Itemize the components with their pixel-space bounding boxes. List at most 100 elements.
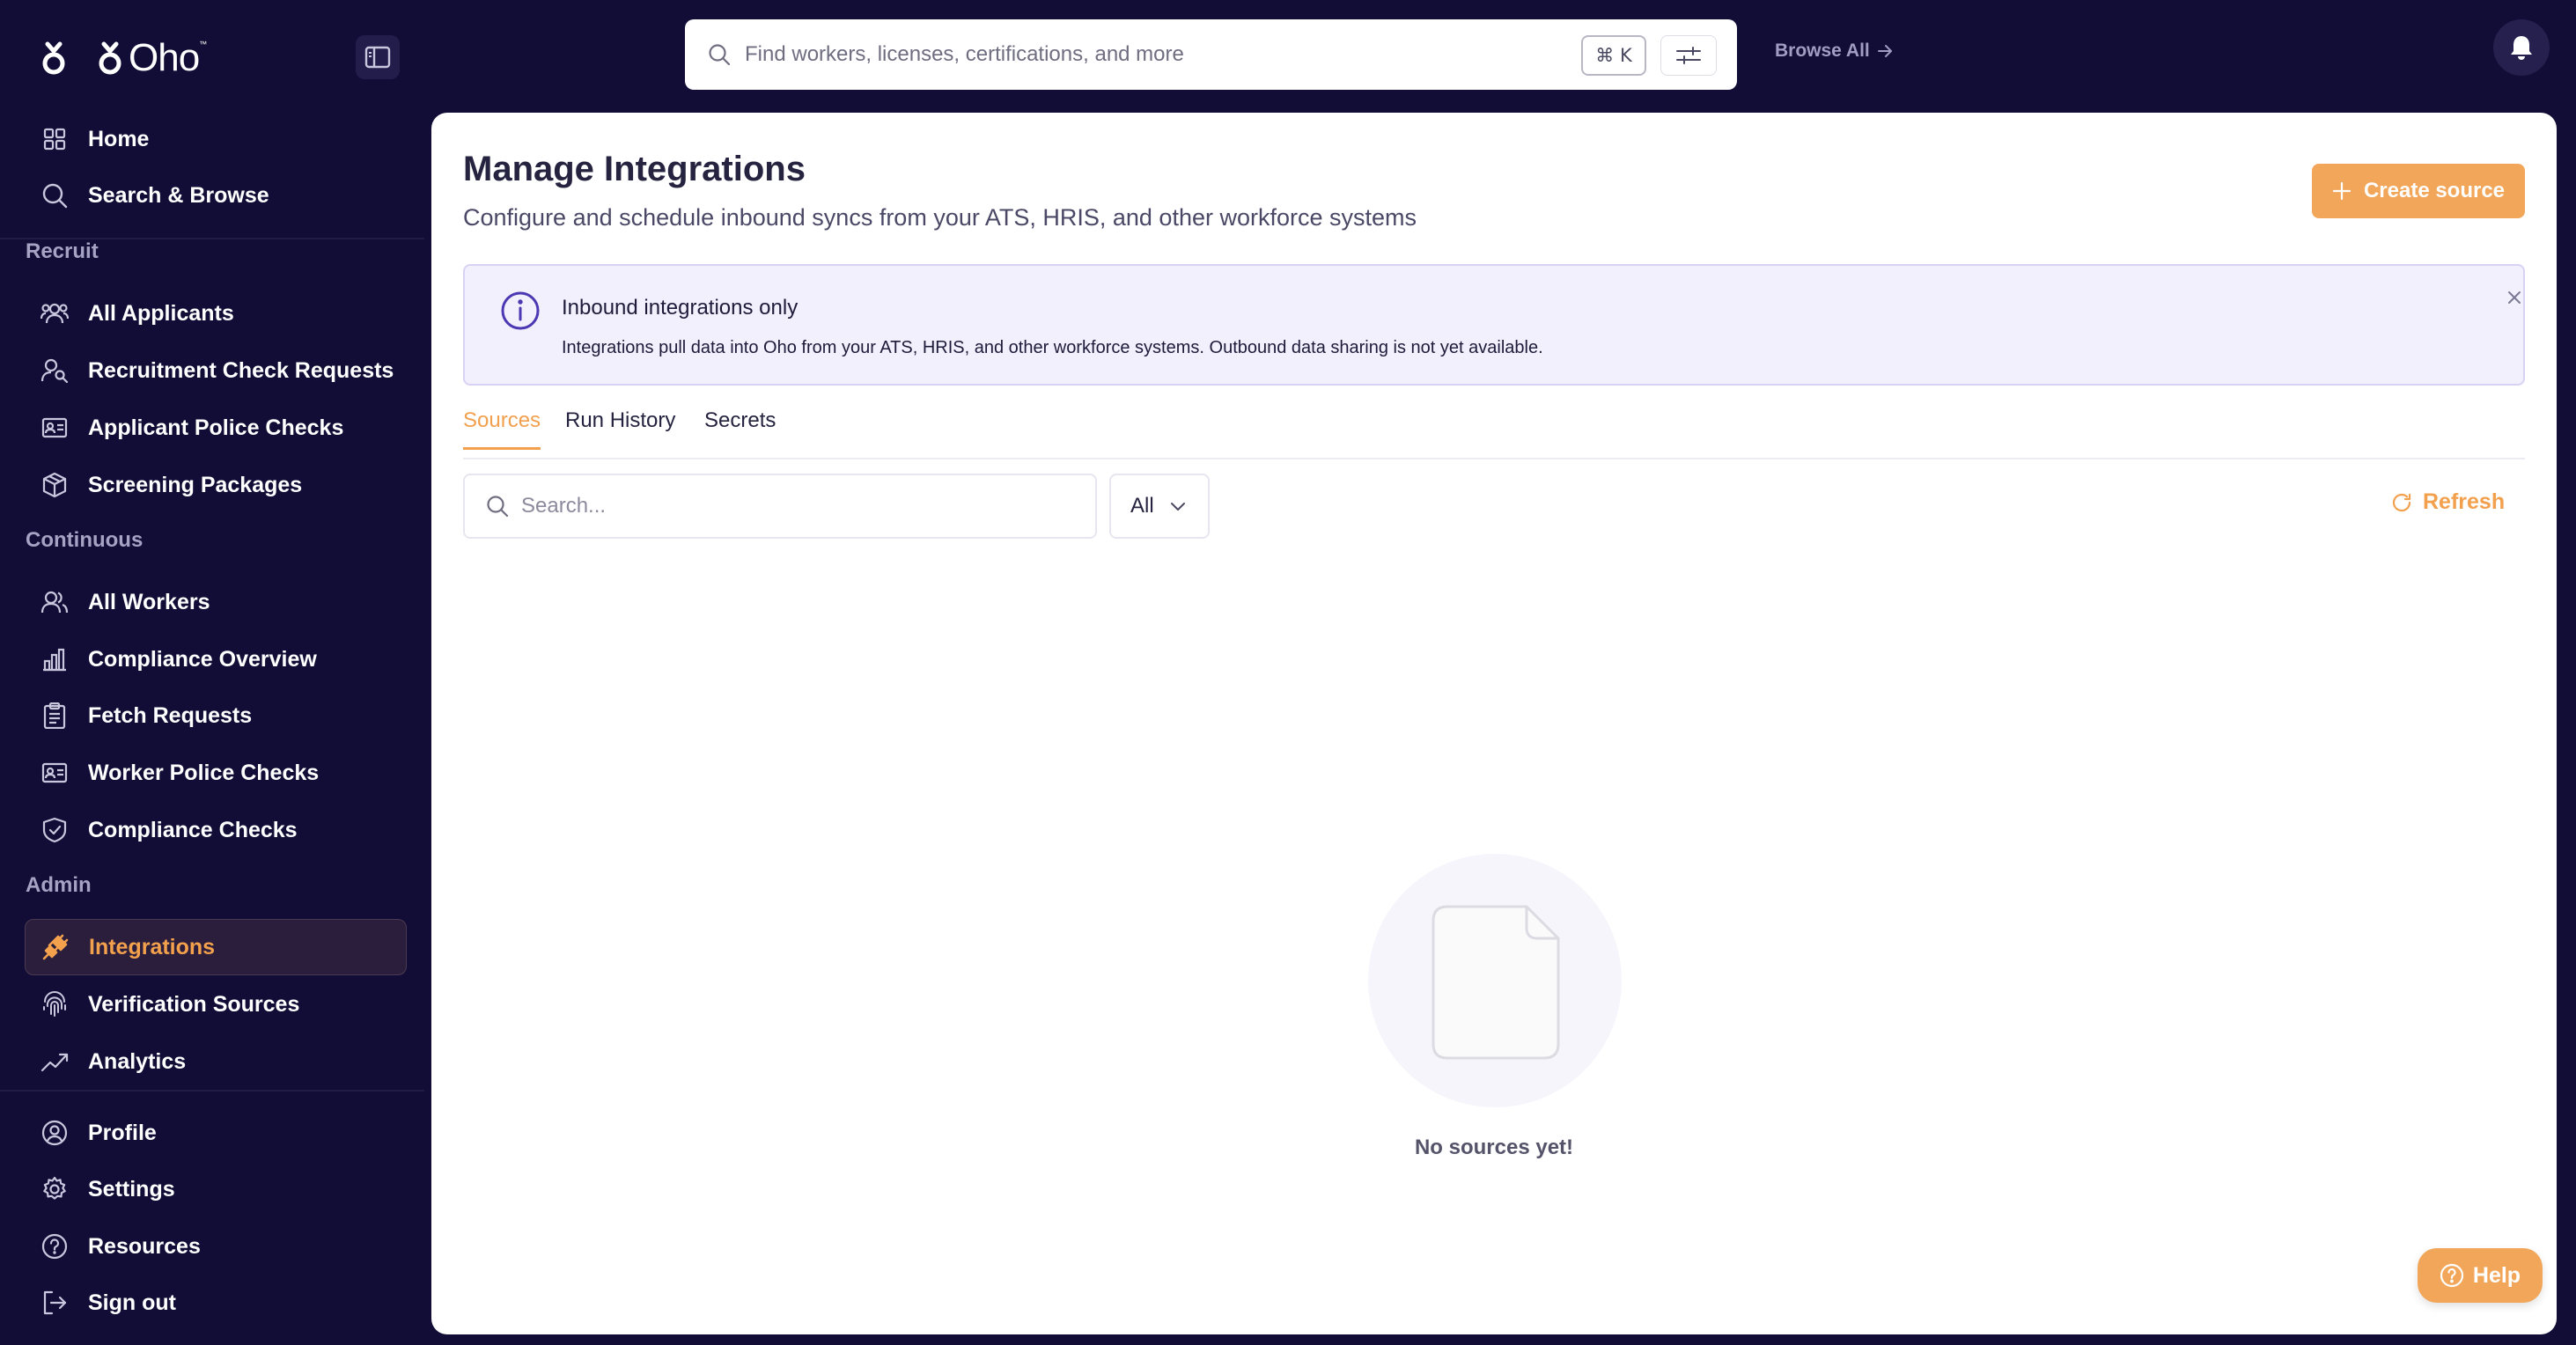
section-label-continuous: Continuous <box>26 528 144 552</box>
section-label-admin: Admin <box>26 873 92 897</box>
sidebar-item-screening-packages[interactable]: Screening Packages <box>25 457 407 513</box>
id-card-icon <box>37 755 72 790</box>
trademark: ™ <box>199 40 208 48</box>
sidebar-item-label: Resources <box>88 1233 201 1259</box>
sidebar-item-label: All Workers <box>88 589 210 614</box>
sidebar-item-integrations[interactable]: Integrations <box>25 919 407 975</box>
status-filter-select[interactable]: All <box>1109 474 1210 539</box>
sidebar-item-label: Settings <box>88 1176 175 1202</box>
sidebar-item-label: Compliance Checks <box>88 817 298 842</box>
global-search-bar[interactable]: Find workers, licenses, certifications, … <box>685 19 1737 90</box>
brand[interactable]: Oho ™ <box>39 35 207 81</box>
sidebar-item-compliance-overview[interactable]: Compliance Overview <box>25 631 407 687</box>
help-circle-icon <box>37 1229 72 1264</box>
sidebar-item-compliance-checks[interactable]: Compliance Checks <box>25 802 407 858</box>
sidebar-item-verification-sources[interactable]: Verification Sources <box>25 976 407 1033</box>
oho-logo: Oho ™ <box>95 36 207 80</box>
sidebar: Oho ™ Home Search & Browse Recruit All A… <box>0 0 424 1345</box>
empty-state-message: No sources yet! <box>1414 1136 1574 1159</box>
sidebar-item-all-applicants[interactable]: All Applicants <box>25 285 407 342</box>
plug-icon <box>38 930 73 965</box>
sidebar-item-label: Sign out <box>88 1290 176 1315</box>
sidebar-item-home[interactable]: Home <box>25 111 407 167</box>
sidebar-item-analytics[interactable]: Analytics <box>25 1033 407 1090</box>
tab-run-history[interactable]: Run History <box>565 408 675 447</box>
bell-icon <box>2511 36 2532 60</box>
sidebar-item-label: Integrations <box>89 934 216 959</box>
trend-icon <box>37 1044 72 1079</box>
arrow-right-icon <box>1877 45 1892 57</box>
search-icon <box>487 496 509 518</box>
sources-search-placeholder: Search... <box>521 494 607 518</box>
sidebar-item-label: Applicant Police Checks <box>88 415 344 440</box>
sidebar-item-sign-out[interactable]: Sign out <box>25 1275 407 1331</box>
tab-secrets[interactable]: Secrets <box>704 408 776 447</box>
grid-icon <box>37 121 72 157</box>
sidebar-divider <box>0 1090 424 1091</box>
create-source-button[interactable]: Create source <box>2312 164 2525 218</box>
sidebar-item-search-browse[interactable]: Search & Browse <box>25 167 407 224</box>
sidebar-item-label: Worker Police Checks <box>88 760 320 785</box>
gear-icon <box>37 1172 72 1207</box>
sidebar-item-label: All Applicants <box>88 300 234 326</box>
search-filters-button[interactable] <box>1660 35 1717 76</box>
sidebar-item-recruitment-check-requests[interactable]: Recruitment Check Requests <box>25 342 407 399</box>
browse-all-label: Browse All <box>1775 40 1870 61</box>
sidebar-item-fetch-requests[interactable]: Fetch Requests <box>25 687 407 744</box>
create-source-label: Create source <box>2363 179 2506 202</box>
refresh-icon <box>2392 493 2411 511</box>
id-card-icon <box>37 410 72 445</box>
sidebar-item-profile[interactable]: Profile <box>25 1105 407 1161</box>
alert-body: Integrations pull data into Oho from you… <box>562 338 1543 357</box>
status-filter-value: All <box>1130 494 1154 518</box>
browse-all-link[interactable]: Browse All <box>1775 40 1893 62</box>
user-circle-icon <box>37 1115 72 1150</box>
fingerprint-icon <box>37 987 72 1022</box>
tab-bar: Sources Run History Secrets <box>463 408 2525 459</box>
sidebar-item-worker-police-checks[interactable]: Worker Police Checks <box>25 745 407 801</box>
users-icon <box>37 296 72 331</box>
sources-search-input[interactable]: Search... <box>463 474 1097 539</box>
info-alert: Inbound integrations only Integrations p… <box>463 264 2525 386</box>
alert-title: Inbound integrations only <box>562 296 799 320</box>
sidebar-item-label: Analytics <box>88 1048 187 1074</box>
shield-check-icon <box>37 812 72 848</box>
oho-logo-mark-icon <box>99 41 121 75</box>
sidebar-item-applicant-police-checks[interactable]: Applicant Police Checks <box>25 400 407 456</box>
sidebar-item-label: Search & Browse <box>88 182 269 208</box>
refresh-label: Refresh <box>2423 489 2506 514</box>
help-label: Help <box>2472 1262 2521 1288</box>
page-subtitle: Configure and schedule inbound syncs fro… <box>463 204 1417 231</box>
sidebar-item-label: Compliance Overview <box>88 646 317 672</box>
search-icon <box>708 43 731 66</box>
section-label-recruit: Recruit <box>26 239 99 263</box>
global-search-placeholder: Find workers, licenses, certifications, … <box>745 42 1184 66</box>
help-button[interactable]: Help <box>2418 1248 2543 1303</box>
info-icon <box>501 291 540 330</box>
user-search-icon <box>37 353 72 388</box>
sidebar-panel-icon <box>364 46 391 69</box>
package-icon <box>37 467 72 503</box>
plus-icon <box>2332 181 2352 201</box>
tab-sources[interactable]: Sources <box>463 408 541 450</box>
close-icon[interactable] <box>2504 287 2525 308</box>
sidebar-item-label: Fetch Requests <box>88 702 253 728</box>
sidebar-item-all-workers[interactable]: All Workers <box>25 574 407 630</box>
sign-out-icon <box>37 1285 72 1320</box>
sidebar-item-label: Screening Packages <box>88 472 303 497</box>
sidebar-toggle-button[interactable] <box>356 35 400 79</box>
help-circle-icon <box>2440 1263 2464 1288</box>
notifications-button[interactable] <box>2493 19 2550 76</box>
search-icon <box>37 178 72 213</box>
bar-chart-icon <box>37 642 72 677</box>
sidebar-item-label: Home <box>88 126 150 151</box>
sidebar-item-settings[interactable]: Settings <box>25 1161 407 1217</box>
clipboard-icon <box>37 698 72 733</box>
sidebar-item-resources[interactable]: Resources <box>25 1218 407 1275</box>
keyboard-shortcut-badge: ⌘ K <box>1581 35 1646 76</box>
main-panel: Manage Integrations Configure and schedu… <box>431 113 2557 1334</box>
sidebar-item-label: Verification Sources <box>88 991 300 1017</box>
page-title: Manage Integrations <box>463 150 806 188</box>
brand-name: Oho <box>129 36 200 79</box>
refresh-button[interactable]: Refresh <box>2391 489 2505 515</box>
